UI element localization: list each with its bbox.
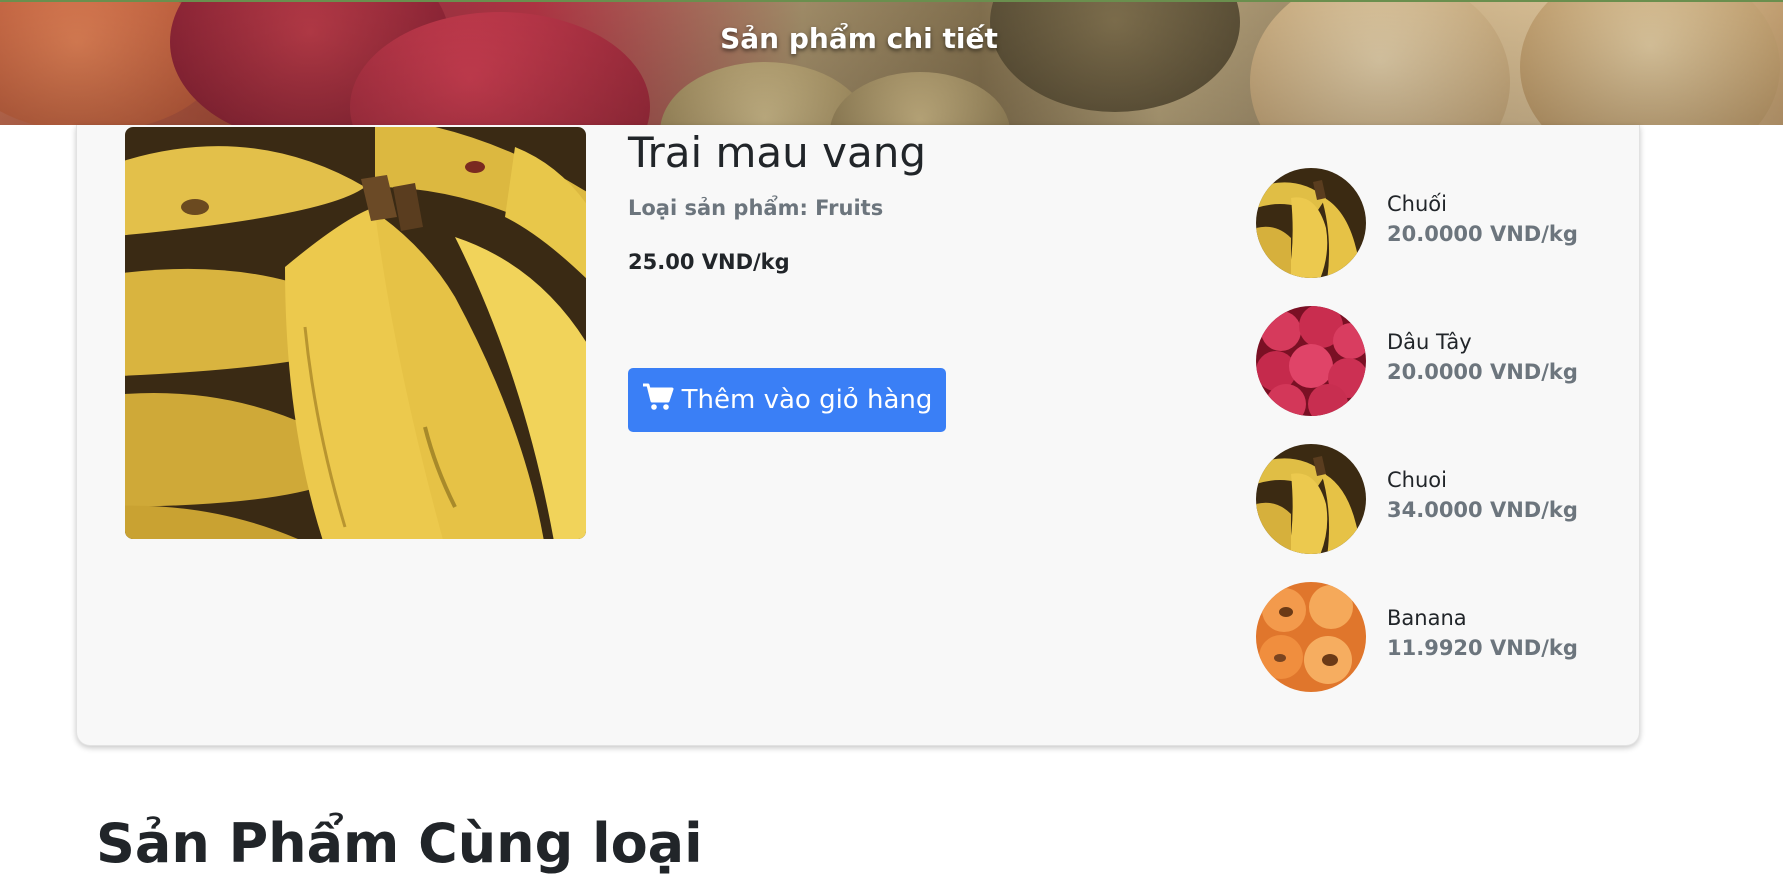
related-product-name: Dâu Tây <box>1387 330 1472 354</box>
banner-title: Sản phẩm chi tiết <box>720 22 998 55</box>
related-product-price: 20.0000 VND/kg <box>1387 222 1578 246</box>
banner-overlay <box>0 2 1783 125</box>
related-section-heading: Sản Phẩm Cùng loại <box>96 812 703 875</box>
related-product-thumbnail <box>1256 168 1366 278</box>
related-product-price: 34.0000 VND/kg <box>1387 498 1578 522</box>
page-banner: Sản phẩm chi tiết <box>0 0 1783 125</box>
related-product-item[interactable]: Chuối 20.0000 VND/kg <box>1256 168 1596 278</box>
related-product-item[interactable]: Banana 11.9920 VND/kg <box>1256 582 1596 692</box>
related-product-thumbnail <box>1256 444 1366 554</box>
related-product-price: 11.9920 VND/kg <box>1387 636 1578 660</box>
add-to-cart-button[interactable]: Thêm vào giỏ hàng <box>628 368 946 432</box>
product-image <box>125 127 586 539</box>
related-product-item[interactable]: Chuoi 34.0000 VND/kg <box>1256 444 1596 554</box>
related-product-item[interactable]: Dâu Tây 20.0000 VND/kg <box>1256 306 1596 416</box>
related-product-name: Banana <box>1387 606 1467 630</box>
related-product-thumbnail <box>1256 306 1366 416</box>
related-product-name: Chuoi <box>1387 468 1447 492</box>
banana-bunch-image <box>125 127 586 539</box>
product-name: Trai mau vang <box>628 128 926 177</box>
add-to-cart-label: Thêm vào giỏ hàng <box>681 385 933 415</box>
product-category: Loại sản phẩm: Fruits <box>628 196 884 220</box>
product-price: 25.00 VND/kg <box>628 250 790 274</box>
shopping-cart-icon <box>642 383 674 418</box>
related-product-name: Chuối <box>1387 192 1447 216</box>
related-product-thumbnail <box>1256 582 1366 692</box>
related-product-price: 20.0000 VND/kg <box>1387 360 1578 384</box>
